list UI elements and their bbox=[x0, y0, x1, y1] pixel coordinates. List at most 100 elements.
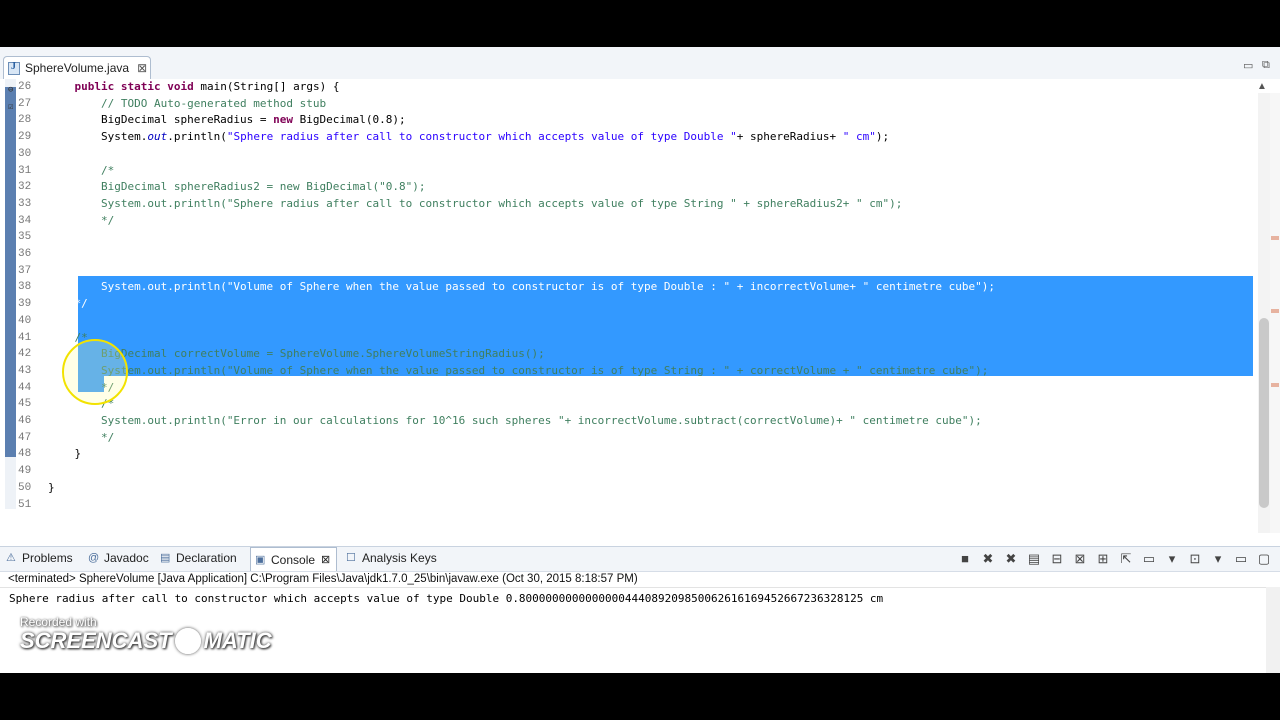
code-text: public static void main(String[] args) { bbox=[74, 80, 340, 93]
overview-ruler bbox=[1270, 93, 1280, 533]
line-number: 27 ☑ bbox=[8, 96, 34, 113]
show-console-icon[interactable]: ⊞ bbox=[1095, 551, 1111, 567]
tab-javadoc[interactable]: @ Javadoc bbox=[88, 551, 149, 565]
code-line[interactable]: 35 bbox=[0, 229, 1254, 246]
line-number: 36 bbox=[18, 248, 32, 260]
code-line[interactable]: 44 */ bbox=[0, 380, 1254, 397]
code-line[interactable]: 27 ☑ // TODO Auto-generated method stub bbox=[0, 96, 1254, 113]
maximize-view-icon[interactable]: ▢ bbox=[1256, 551, 1272, 567]
line-number: 47 bbox=[18, 431, 32, 444]
code-line[interactable]: 49 bbox=[0, 463, 1254, 480]
code-line[interactable]: 34 */ bbox=[0, 213, 1254, 230]
line-number: 32 bbox=[18, 181, 32, 194]
line-number: 34 bbox=[18, 214, 32, 227]
code-line[interactable]: 45 /* bbox=[0, 396, 1254, 413]
code-line[interactable]: 39 */ bbox=[0, 296, 1254, 313]
declaration-icon: ▤ bbox=[160, 552, 171, 564]
problems-icon: ⚠ bbox=[6, 552, 16, 564]
line-number: 39 bbox=[18, 298, 32, 311]
line-number: 45 bbox=[18, 398, 32, 411]
console-toolbar: ■ ✖ ✖ ▤ ⊟ ⊠ ⊞ ⇱ ▭ ▾ ⊡ ▾ ▭ ▢ bbox=[957, 551, 1272, 567]
editor-tab-spherevolume[interactable]: SphereVolume.java ⊠ bbox=[3, 56, 151, 79]
line-number: 50 bbox=[18, 481, 32, 494]
code-line[interactable]: 50} bbox=[0, 480, 1254, 497]
screencast-o-icon bbox=[174, 628, 201, 654]
line-number: 44 bbox=[18, 381, 32, 394]
clear-console-icon[interactable]: ▤ bbox=[1026, 551, 1042, 567]
dropdown-icon[interactable]: ▾ bbox=[1210, 551, 1226, 567]
line-number: 49 bbox=[18, 465, 32, 478]
line-number: 29 bbox=[18, 131, 32, 144]
code-text: } bbox=[48, 480, 55, 494]
tab-problems[interactable]: ⚠ Problems bbox=[6, 551, 73, 565]
code-line[interactable]: 28 BigDecimal sphereRadius = new BigDeci… bbox=[0, 112, 1254, 129]
code-line[interactable]: 40 bbox=[0, 313, 1254, 330]
view-tab-label: Console bbox=[271, 552, 316, 567]
maximize-icon[interactable]: ⧉ bbox=[1262, 59, 1270, 72]
remove-all-terminated-icon[interactable]: ✖ bbox=[1003, 551, 1019, 567]
code-line[interactable]: 26 ⊖ public static void main(String[] arg… bbox=[0, 79, 1254, 96]
close-icon[interactable]: ⊠ bbox=[321, 553, 330, 566]
line-number: 43 bbox=[18, 364, 32, 377]
overview-marker[interactable] bbox=[1271, 236, 1279, 240]
code-text: } bbox=[48, 447, 82, 461]
console-status: <terminated> SphereVolume [Java Applicat… bbox=[8, 573, 638, 585]
scroll-lock-icon[interactable]: ⊟ bbox=[1049, 551, 1065, 567]
code-line[interactable]: 38 System.out.println("Volume of Sphere … bbox=[0, 279, 1254, 296]
code-line[interactable]: 31 /* bbox=[0, 163, 1254, 180]
console-scrollbar[interactable] bbox=[1266, 587, 1280, 673]
minimize-icon[interactable]: ▭ bbox=[1243, 59, 1253, 72]
java-file-icon bbox=[8, 61, 20, 75]
line-number: 46 bbox=[18, 415, 32, 427]
code-line[interactable]: 48 } bbox=[0, 446, 1254, 463]
terminate-icon[interactable]: ■ bbox=[957, 551, 973, 567]
code-line[interactable]: 29 System.out.println("Sphere radius aft… bbox=[0, 129, 1254, 146]
line-number: 40 bbox=[18, 314, 32, 327]
scroll-up-icon[interactable]: ▲ bbox=[1257, 81, 1267, 92]
code-line[interactable]: 43 System.out.println("Volume of Sphere … bbox=[0, 363, 1254, 380]
code-line[interactable]: 47 */ bbox=[0, 430, 1254, 447]
open-console-icon[interactable]: ⊡ bbox=[1187, 551, 1203, 567]
code-editor[interactable]: 26 ⊖ public static void main(String[] arg… bbox=[0, 79, 1280, 559]
line-number: 30 bbox=[18, 147, 32, 160]
overview-marker[interactable] bbox=[1271, 383, 1279, 387]
tab-console[interactable]: ▣ Console ⊠ bbox=[250, 547, 338, 571]
view-tab-label: Problems bbox=[22, 551, 73, 565]
vertical-scrollbar[interactable] bbox=[1258, 93, 1270, 533]
tab-declaration[interactable]: ▤ Declaration bbox=[160, 551, 237, 565]
watermark-logo: SCREENCAST MATIC bbox=[20, 628, 272, 654]
close-icon[interactable]: ⊠ bbox=[137, 61, 147, 75]
mouse-cursor-highlight bbox=[62, 339, 128, 405]
analysis-keys-icon: ☐ bbox=[346, 552, 356, 564]
overview-marker[interactable] bbox=[1271, 309, 1279, 313]
pin-console-icon[interactable]: ⇱ bbox=[1118, 551, 1134, 567]
bottom-view-tabs: ⚠ Problems @ Javadoc ▤ Declaration ▣ Console ⊠ ☐ A… bbox=[0, 546, 1280, 572]
code-line[interactable]: 51 bbox=[0, 497, 1254, 514]
code-text: /* bbox=[100, 163, 115, 177]
line-number: 37 bbox=[18, 264, 32, 277]
line-number: 38 bbox=[18, 281, 32, 294]
display-console-icon[interactable]: ▭ bbox=[1141, 551, 1157, 567]
word-wrap-icon[interactable]: ⊠ bbox=[1072, 551, 1088, 567]
tab-analysis-keys[interactable]: ☐ Analysis Keys bbox=[346, 551, 437, 565]
code-line[interactable]: 33 System.out.println("Sphere radius aft… bbox=[0, 196, 1254, 213]
code-text: */ bbox=[100, 430, 115, 444]
line-number: 48 bbox=[18, 448, 32, 461]
code-line[interactable]: 42 BigDecimal correctVolume = SphereVolu… bbox=[0, 346, 1254, 363]
scrollbar-thumb[interactable] bbox=[1259, 318, 1269, 508]
code-line[interactable]: 36 /* bbox=[0, 246, 1254, 263]
code-text: System.out.println("Sphere radius after … bbox=[100, 196, 903, 210]
minimize-view-icon[interactable]: ▭ bbox=[1233, 551, 1249, 567]
remove-launch-icon[interactable]: ✖ bbox=[980, 551, 996, 567]
watermark-recorded-text: Recorded with bbox=[20, 615, 97, 629]
code-text: BigDecimal sphereRadius2 = new BigDecima… bbox=[100, 180, 426, 194]
code-line[interactable]: 46 System.out.println("Error in our calc… bbox=[0, 413, 1254, 430]
dropdown-icon[interactable]: ▾ bbox=[1164, 551, 1180, 567]
code-line[interactable]: 30 bbox=[0, 146, 1254, 163]
code-text: System.out.println("Volume of Sphere whe… bbox=[100, 363, 989, 377]
code-line[interactable]: 37 BigDecimal incorrectVolume = SphereVo… bbox=[0, 263, 1254, 280]
code-line[interactable]: 41 /* bbox=[0, 330, 1254, 347]
line-number: 51 bbox=[18, 498, 32, 511]
code-text: */ bbox=[100, 213, 115, 227]
code-line[interactable]: 32 BigDecimal sphereRadius2 = new BigDec… bbox=[0, 179, 1254, 196]
